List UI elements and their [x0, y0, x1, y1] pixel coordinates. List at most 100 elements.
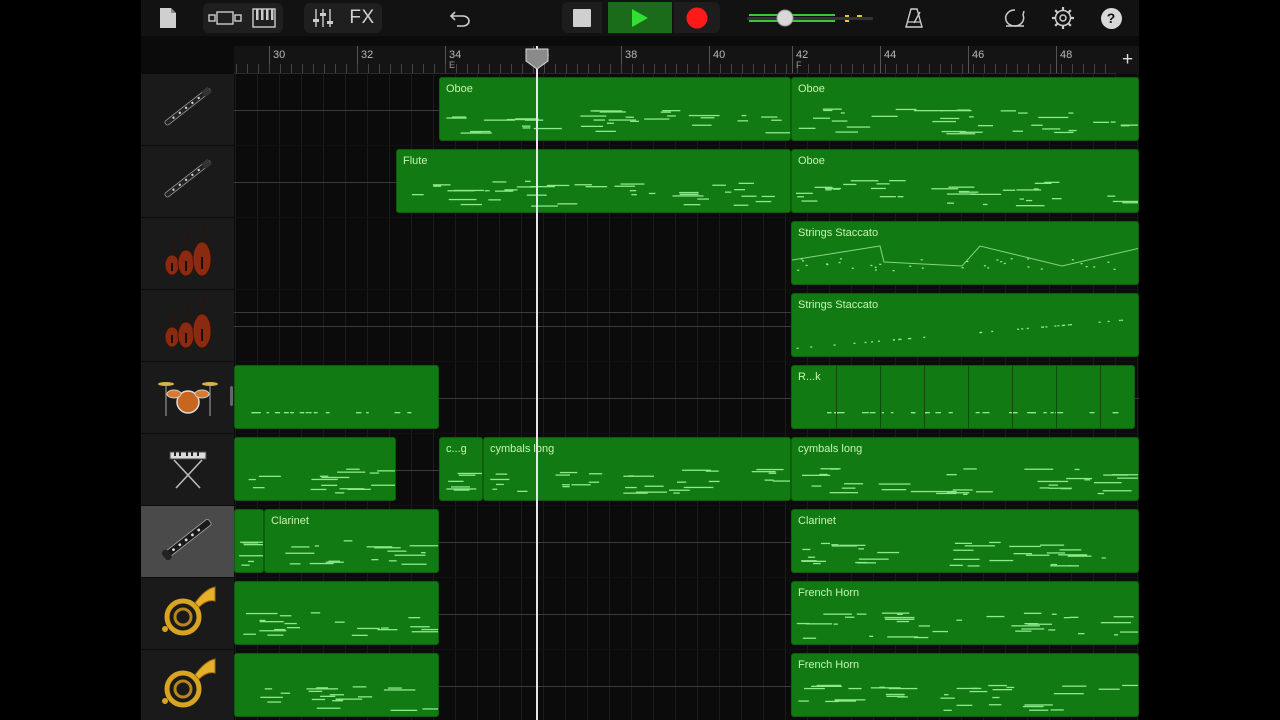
playhead[interactable] [536, 46, 538, 720]
loop-icon[interactable] [1001, 3, 1029, 33]
midi-note [909, 337, 912, 340]
playhead-handle[interactable] [525, 48, 549, 70]
region[interactable]: cymbals long [483, 437, 791, 501]
track-header-french-horn[interactable] [141, 578, 234, 650]
play-button[interactable] [608, 2, 672, 33]
region[interactable] [234, 581, 439, 645]
midi-note [451, 486, 470, 488]
region[interactable]: Oboe [791, 77, 1139, 141]
metronome-icon[interactable] [901, 3, 927, 33]
track-header-clarinet[interactable] [141, 506, 234, 578]
stop-icon [573, 8, 591, 27]
master-volume-slider[interactable] [747, 3, 881, 33]
midi-note [1107, 261, 1110, 263]
track-header-oboe[interactable] [141, 74, 234, 146]
midi-note [1024, 704, 1053, 706]
region[interactable]: Strings Staccato [791, 221, 1139, 285]
region[interactable]: Oboe [791, 149, 1139, 213]
region[interactable]: Oboe [439, 77, 791, 141]
midi-note [1067, 555, 1092, 557]
midi-note [857, 562, 876, 564]
region[interactable]: Clarinet [791, 509, 1139, 573]
region[interactable]: French Horn [791, 581, 1139, 645]
loop-divider [924, 366, 925, 428]
midi-note [377, 629, 398, 631]
midi-note [314, 545, 319, 547]
region[interactable]: Strings Staccato [791, 293, 1139, 357]
midi-note [1022, 705, 1044, 708]
keyboard-icon[interactable] [249, 3, 279, 33]
midi-note [946, 133, 976, 135]
midi-note [574, 184, 592, 186]
stop-button[interactable] [562, 2, 602, 33]
timeline-ruler[interactable]: 30323436384042444648EF [234, 46, 1139, 74]
region[interactable] [234, 437, 396, 501]
midi-note [1010, 258, 1013, 260]
midi-note [1093, 266, 1096, 268]
undo-icon[interactable] [446, 3, 474, 33]
midi-note [831, 544, 839, 546]
mixer-icon[interactable] [309, 3, 337, 33]
ruler-minor-tick [478, 64, 479, 73]
midi-note [411, 631, 438, 633]
midi-note [337, 471, 366, 473]
midi-note [1023, 612, 1042, 614]
midi-note [260, 696, 283, 698]
region[interactable] [234, 365, 439, 429]
settings-icon[interactable] [1049, 3, 1077, 33]
midi-note [964, 545, 995, 547]
region-notes [411, 180, 775, 207]
midi-note [989, 559, 1014, 562]
ruler-minor-tick [379, 64, 380, 73]
midi-note [843, 183, 857, 186]
fx-button[interactable]: FX [345, 3, 379, 33]
track-header-french-horn[interactable] [141, 650, 234, 720]
track-header-strings[interactable] [141, 218, 234, 290]
view-toggle-icon[interactable] [207, 3, 243, 33]
midi-note [796, 622, 810, 625]
midi-note [834, 699, 866, 701]
track-header-flute[interactable] [141, 146, 234, 218]
region[interactable] [234, 509, 264, 573]
midi-note [252, 487, 265, 489]
region[interactable]: c...g [439, 437, 483, 501]
region[interactable]: French Horn [791, 653, 1139, 717]
ruler-minor-tick [973, 64, 974, 73]
document-icon[interactable] [157, 3, 179, 33]
region-notes [446, 110, 790, 134]
midi-note [833, 344, 836, 346]
midi-note [796, 192, 813, 194]
midi-note [805, 623, 832, 625]
region[interactable] [234, 653, 439, 717]
midi-note [311, 698, 326, 701]
ruler-minor-tick [940, 64, 941, 73]
add-section-button[interactable]: + [1116, 46, 1139, 74]
region[interactable]: R...k [791, 365, 1135, 429]
midi-note [562, 486, 570, 488]
strings-icon [158, 221, 218, 286]
midi-note [1112, 412, 1119, 414]
midi-note [546, 184, 570, 187]
midi-note [851, 267, 854, 269]
help-icon[interactable]: ? [1099, 3, 1123, 33]
midi-note [823, 109, 833, 112]
midi-note [797, 196, 804, 198]
section-marker: F [796, 60, 802, 70]
track-header-drums[interactable] [141, 362, 234, 434]
midi-note [377, 470, 395, 472]
track-header-resize-handle[interactable] [230, 386, 233, 406]
midi-note [987, 267, 990, 269]
midi-note [1017, 328, 1020, 330]
region[interactable]: cymbals long [791, 437, 1139, 501]
midi-note [580, 115, 607, 117]
midi-note [1113, 268, 1116, 270]
track-header-strings[interactable] [141, 290, 234, 362]
midi-note [1048, 484, 1058, 486]
region[interactable]: Clarinet [264, 509, 439, 573]
track-header-keyboard[interactable] [141, 434, 234, 506]
record-button[interactable] [674, 2, 720, 33]
midi-note [1051, 613, 1057, 615]
midi-note [457, 472, 482, 475]
midi-note [635, 491, 667, 493]
region[interactable]: Flute [396, 149, 791, 213]
